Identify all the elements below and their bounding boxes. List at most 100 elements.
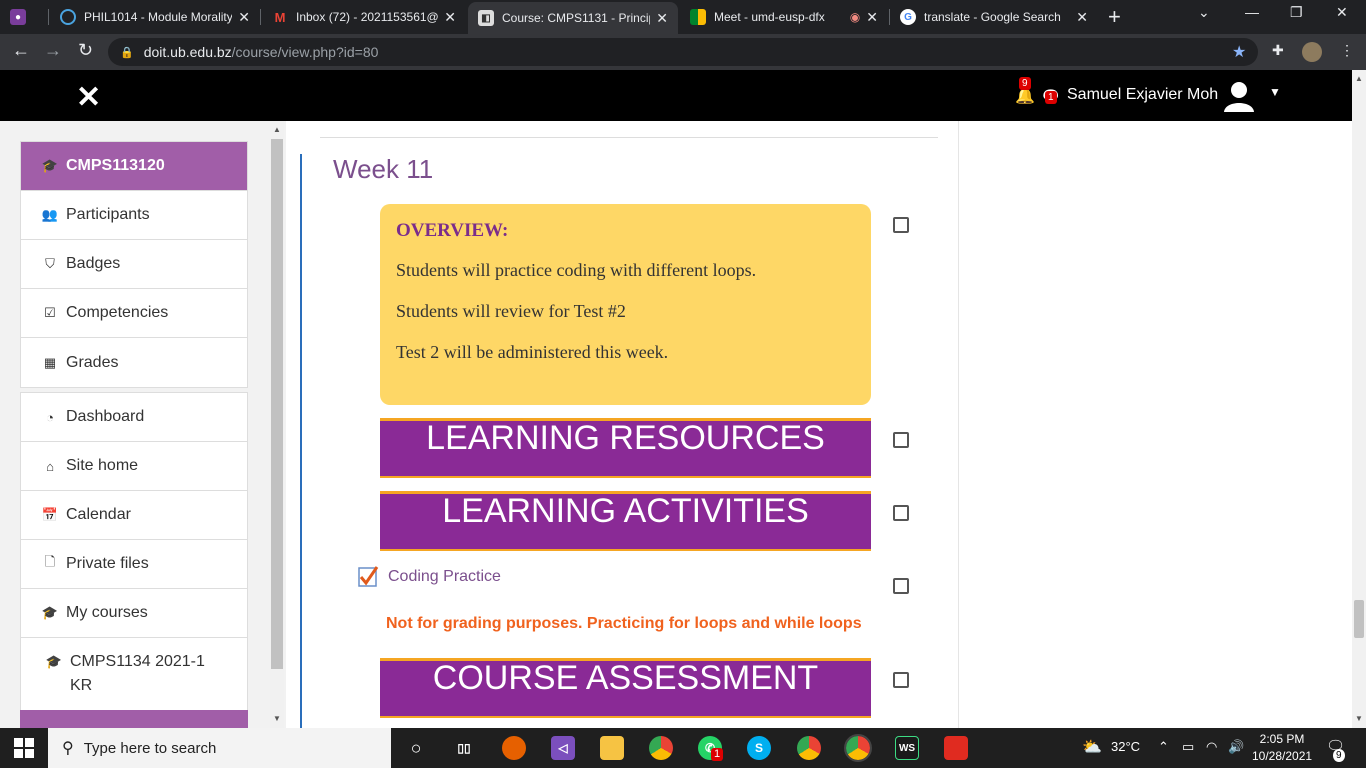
coding-practice-link[interactable]: Coding Practice [388,568,501,586]
drawer-item-participants[interactable]: 👥 Participants [21,191,247,240]
minimize-button[interactable]: — [1245,4,1259,20]
volume-icon[interactable]: 🔊 [1228,739,1244,755]
current-section-indicator [300,154,302,728]
bookmark-star-icon[interactable]: ★ [1232,42,1246,62]
tab-phil1014[interactable]: PHIL1014 - Module Morality ✕ [50,0,260,34]
reload-icon[interactable]: ↻ [78,40,93,61]
calendar-icon: 📅 [41,507,59,522]
meet-icon [690,9,706,25]
search-icon: ⚲ [62,740,74,757]
taskbar-search-input[interactable]: ⚲ Type here to search [48,728,391,768]
home-icon: ⌂ [46,458,54,474]
drawer-item-calendar[interactable]: 📅 Calendar [21,491,247,540]
temperature-label[interactable]: 32°C [1111,739,1140,754]
back-icon[interactable]: ← [12,40,30,61]
tab-pinned-app[interactable]: ● [0,0,48,34]
right-blank-area [958,121,1352,728]
extensions-icon[interactable]: ✚ [1272,42,1284,59]
drawer-scrollbar[interactable]: ▲ ▼ [270,121,284,728]
battery-icon[interactable]: ▭ [1182,739,1194,755]
section-title[interactable]: Week 11 [333,154,433,185]
screen-recorder-icon[interactable] [944,736,968,760]
site-header: ✕ 🔔 9 💬 1 Samuel Exjavier Moh ▼ [0,70,1352,121]
close-tab-icon[interactable]: ✕ [656,10,668,27]
learning-resources-banner: LEARNING RESOURCES [380,418,871,478]
gmail-icon: M [274,9,286,25]
visual-studio-icon[interactable]: ◁ [551,736,575,760]
page-scrollbar[interactable]: ▲ ▼ [1352,70,1366,728]
drawer-item-competencies[interactable]: ☑ Competencies [21,289,247,338]
skype-icon[interactable]: S [747,736,771,760]
taskbar-clock[interactable]: 2:05 PM 10/28/2021 [1252,731,1312,765]
file-icon: 🗋 [44,554,56,569]
completion-checkbox[interactable] [893,672,909,688]
tab-inbox[interactable]: M Inbox (72) - 2021153561@u ✕ [262,0,466,34]
dashboard-icon: ◔ [46,409,54,425]
close-window-button[interactable]: ✕ [1336,4,1348,21]
windows-start-icon[interactable] [14,738,34,758]
drawer-item-highlighted[interactable] [20,710,248,728]
overview-line: Students will practice coding with diffe… [396,260,757,280]
firefox-icon[interactable] [502,736,526,760]
completion-checkbox[interactable] [893,578,909,594]
close-tab-icon[interactable]: ✕ [1076,9,1088,26]
windows-taskbar: ⚲ Type here to search ○ ▯▯ ◁ ✆ 1 S WS ⛅ … [0,728,1366,768]
new-tab-button[interactable]: + [1108,4,1121,30]
user-menu-caret-icon[interactable]: ▼ [1269,85,1281,99]
site-nav-group: ◔ Dashboard ⌂ Site home 📅 Calendar 🗋 Pri… [20,392,248,711]
course-content: Week 11 OVERVIEW: Students will practice… [286,121,958,728]
users-icon: 👥 [41,207,59,222]
app-icon: ● [10,9,26,25]
graduation-cap-icon: 🎓 [41,158,59,173]
tab-meet[interactable]: Meet - umd-eusp-dfx ◉ ✕ [680,0,888,34]
chrome-active-icon[interactable] [844,734,872,762]
task-view-icon[interactable]: ▯▯ [452,736,476,760]
check-square-icon: ☑ [44,305,56,320]
drawer-item-course-cmps1134[interactable]: 🎓 CMPS1134 2021-1 KR [21,638,247,710]
close-drawer-icon[interactable]: ✕ [76,80,101,115]
module-icon [60,9,76,25]
tray-chevron-icon[interactable]: ⌃ [1158,739,1169,755]
profile-avatar[interactable] [1302,42,1322,62]
overview-box: OVERVIEW: Students will practice coding … [380,204,871,405]
whatsapp-badge: 1 [711,748,724,761]
user-name[interactable]: Samuel Exjavier Moh [1067,86,1218,104]
tab-search-icon[interactable]: ⌄ [1198,4,1210,21]
cortana-icon[interactable]: ○ [404,736,428,760]
chrome-profile-icon[interactable] [797,736,821,760]
drawer-item-private-files[interactable]: 🗋 Private files [21,540,247,589]
close-tab-icon[interactable]: ✕ [444,9,456,26]
drawer-item-course-cmps113120[interactable]: 🎓 CMPS113120 [21,142,247,191]
file-explorer-icon[interactable] [600,736,624,760]
browser-toolbar: ← → ↻ 🔒 doit.ub.edu.bz/course/view.php?i… [0,34,1366,70]
browser-tab-bar: ● PHIL1014 - Module Morality ✕ M Inbox (… [0,0,1366,34]
table-icon: ▦ [43,354,57,370]
weather-icon[interactable]: ⛅ [1082,737,1102,757]
wifi-icon[interactable]: ◠ [1206,739,1217,755]
drawer-item-grades[interactable]: ▦ Grades [21,338,247,387]
webstorm-icon[interactable]: WS [895,736,919,760]
completion-checkbox[interactable] [893,505,909,521]
user-avatar-icon[interactable] [1222,79,1256,113]
chrome-icon[interactable] [649,736,673,760]
drawer-item-my-courses[interactable]: 🎓 My courses [21,589,247,638]
close-tab-icon[interactable]: ✕ [238,9,250,26]
course-nav-group: 🎓 CMPS113120 👥 Participants ⛉ Badges ☑ C… [20,141,248,388]
address-bar[interactable]: 🔒 doit.ub.edu.bz/course/view.php?id=80 [108,38,1258,66]
tab-translate[interactable]: G translate - Google Search ✕ [890,0,1098,34]
completion-checkbox[interactable] [893,432,909,448]
notifications-count-badge: 9 [1019,77,1031,90]
drawer-item-site-home[interactable]: ⌂ Site home [21,442,247,491]
menu-icon[interactable]: ⋮ [1340,42,1354,59]
drawer-item-badges[interactable]: ⛉ Badges [21,240,247,289]
restore-button[interactable]: ❐ [1290,4,1303,21]
drawer-item-dashboard[interactable]: ◔ Dashboard [21,393,247,442]
moodle-icon: ◧ [478,10,494,26]
messages-count-badge: 1 [1045,91,1057,104]
graduation-cap-icon: 🎓 [45,654,63,669]
completion-checkbox[interactable] [893,217,909,233]
forward-icon[interactable]: → [44,40,62,61]
overview-line: Students will review for Test #2 [396,301,626,321]
tab-course-cmps1131[interactable]: ◧ Course: CMPS1131 - Princip ✕ [468,2,678,34]
close-tab-icon[interactable]: ✕ [866,9,878,26]
